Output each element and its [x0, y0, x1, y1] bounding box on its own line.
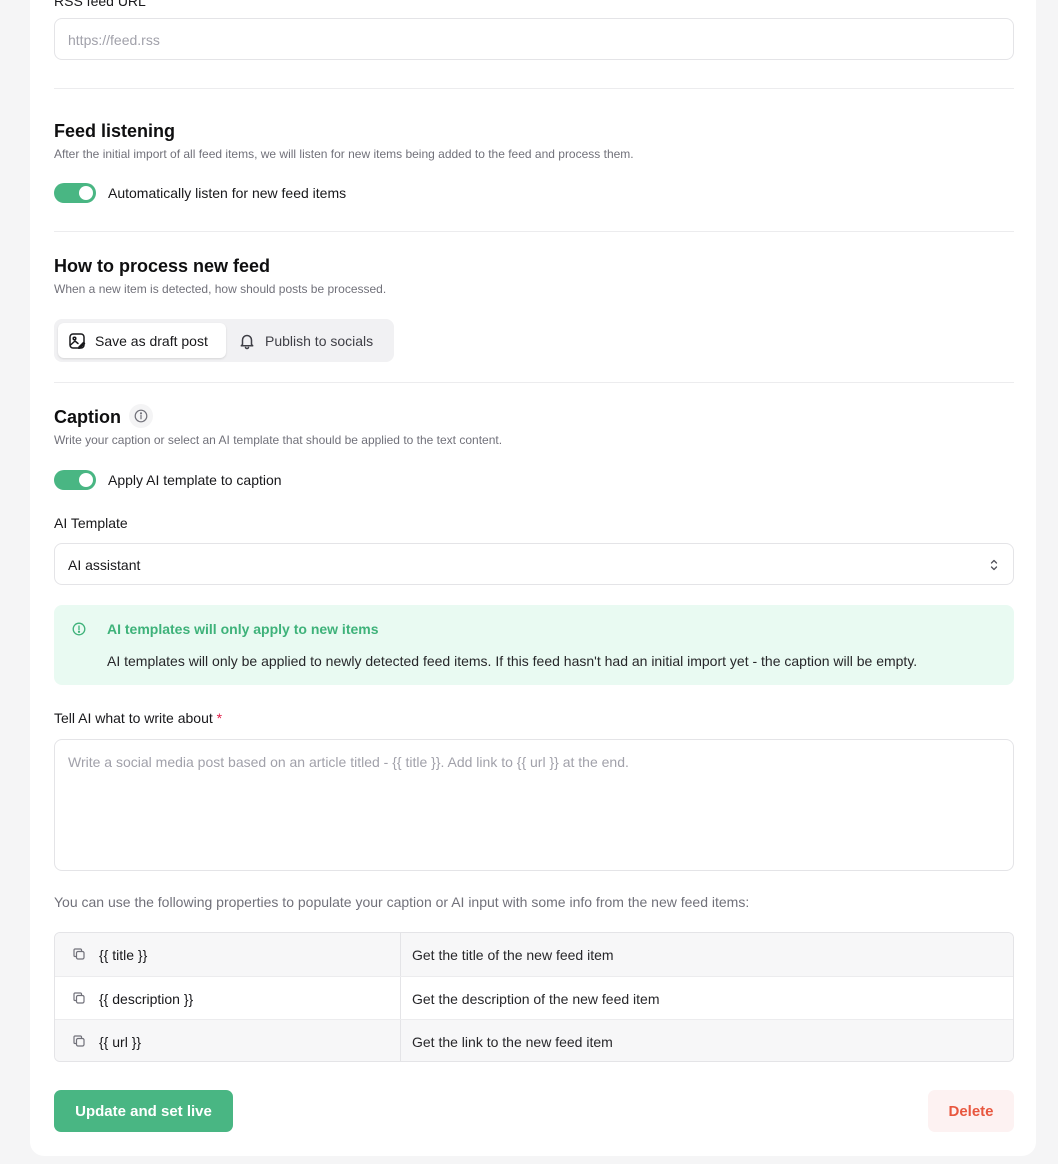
draft-image-icon	[69, 332, 86, 349]
update-and-set-live-button[interactable]: Update and set live	[54, 1090, 233, 1132]
properties-help-text: You can use the following properties to …	[54, 894, 750, 910]
feed-listening-description: After the initial import of all feed ite…	[54, 147, 634, 161]
feed-listening-title: Feed listening	[54, 121, 176, 141]
caption-description: Write your caption or select an AI templ…	[54, 433, 503, 447]
properties-table: {{ title }} Get the title of the new fee…	[54, 932, 1014, 1062]
property-description: Get the description of the new feed item	[412, 991, 660, 1007]
caption-title: Caption	[54, 407, 121, 427]
feed-listening-toggle-label[interactable]: Automatically listen for new feed items	[108, 185, 346, 201]
apply-ai-template-toggle[interactable]	[54, 470, 96, 490]
property-key-cell: {{ url }}	[55, 1020, 401, 1061]
toggle-knob	[79, 186, 93, 200]
ai-template-label: AI Template	[54, 515, 128, 531]
save-as-draft-option[interactable]: Save as draft post	[58, 323, 226, 358]
copy-icon[interactable]	[72, 947, 86, 961]
property-key: {{ title }}	[99, 947, 148, 963]
ai-template-value: AI assistant	[68, 557, 141, 573]
alert-title: AI templates will only apply to new item…	[107, 621, 379, 637]
ai-prompt-textarea[interactable]: Write a social media post based on an ar…	[54, 739, 1014, 871]
ai-template-alert: AI templates will only apply to new item…	[54, 605, 1014, 685]
ai-prompt-placeholder: Write a social media post based on an ar…	[68, 754, 629, 770]
copy-icon[interactable]	[72, 991, 86, 1005]
property-key-cell: {{ title }}	[55, 933, 401, 976]
rss-url-label: RSS feed URL	[54, 0, 146, 9]
apply-ai-template-toggle-label[interactable]: Apply AI template to caption	[108, 472, 282, 488]
toggle-knob	[79, 473, 93, 487]
copy-icon[interactable]	[72, 1034, 86, 1048]
rss-url-input[interactable]: https://feed.rss	[54, 18, 1014, 60]
publish-to-socials-label: Publish to socials	[265, 332, 374, 349]
alert-body: AI templates will only be applied to new…	[107, 653, 918, 669]
publish-to-socials-option[interactable]: Publish to socials	[236, 323, 390, 358]
table-row: {{ description }} Get the description of…	[55, 976, 1013, 1019]
table-row: {{ title }} Get the title of the new fee…	[55, 933, 1013, 976]
delete-button[interactable]: Delete	[928, 1090, 1014, 1132]
property-key: {{ url }}	[99, 1034, 142, 1050]
process-mode-segmented-control: Save as draft post Publish to socials	[54, 319, 394, 362]
divider	[54, 88, 1014, 89]
ai-prompt-label: Tell AI what to write about *	[54, 710, 222, 726]
property-key: {{ description }}	[99, 991, 194, 1007]
ai-prompt-label-text: Tell AI what to write about	[54, 710, 213, 726]
ai-template-select[interactable]: AI assistant	[54, 543, 1014, 585]
property-key-cell: {{ description }}	[55, 977, 401, 1019]
caption-info-button[interactable]	[129, 404, 153, 428]
feed-listening-toggle[interactable]	[54, 183, 96, 203]
bell-icon	[240, 334, 254, 349]
info-icon	[134, 409, 148, 423]
property-description: Get the title of the new feed item	[412, 947, 614, 963]
divider	[54, 231, 1014, 232]
process-title: How to process new feed	[54, 256, 271, 276]
chevron-up-down-icon	[990, 559, 998, 571]
divider	[54, 382, 1014, 383]
process-description: When a new item is detected, how should …	[54, 282, 387, 296]
property-description: Get the link to the new feed item	[412, 1034, 613, 1050]
save-as-draft-label: Save as draft post	[95, 332, 208, 349]
table-row: {{ url }} Get the link to the new feed i…	[55, 1019, 1013, 1061]
required-mark: *	[216, 710, 223, 726]
rss-url-placeholder: https://feed.rss	[68, 32, 160, 48]
alert-circle-icon	[72, 622, 86, 636]
